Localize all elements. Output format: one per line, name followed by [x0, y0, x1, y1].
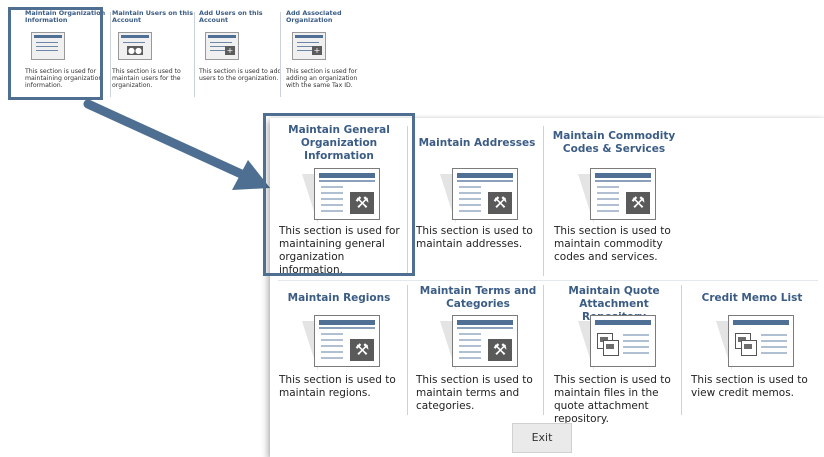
users-icon: ●●: [118, 32, 152, 60]
small-tile-description: This section is used to maintain users f…: [112, 68, 181, 90]
tile-description: This section is used to maintain terms a…: [416, 374, 533, 412]
tile-description: This section is used to maintain address…: [416, 225, 533, 250]
documents-icon: [716, 315, 806, 371]
small-tile-description: This section is used to add users to the…: [199, 68, 282, 83]
tools-icon: ⚒: [440, 315, 530, 371]
tile-description: This section is used to maintain commodi…: [554, 225, 671, 263]
tile-description: This section is used to view credit memo…: [691, 374, 808, 399]
tile-description: This section is used to maintain files i…: [554, 374, 671, 425]
tile-maintain-quote-attachment-repository[interactable]: Maintain Quote Attachment Repository Thi…: [548, 285, 678, 425]
small-tile-description: This section is used for adding an organ…: [286, 68, 358, 90]
documents-icon: [578, 315, 668, 371]
tools-icon: ⚒: [578, 168, 668, 224]
selected-tile-highlight: [263, 113, 415, 276]
tile-title: Maintain Commodity Codes & Services: [552, 130, 676, 155]
tile-title: Credit Memo List: [701, 292, 803, 304]
tile-maintain-addresses[interactable]: Maintain Addresses ⚒ This section is use…: [412, 124, 542, 274]
small-tile-add-users[interactable]: Add Users on this Account + This section…: [199, 9, 283, 100]
tile-maintain-regions[interactable]: Maintain Regions ⚒ This section is used …: [274, 285, 404, 415]
tile-credit-memo-list[interactable]: Credit Memo List This section is used to…: [686, 285, 816, 415]
tile-title: Maintain Regions: [287, 292, 391, 304]
small-tile-strip: Maintain Organization Information This s…: [0, 0, 385, 106]
tile-title: Maintain Addresses: [418, 137, 536, 149]
small-tile-title: Add Users on this Account: [199, 9, 263, 25]
tile-description: This section is used to maintain regions…: [279, 374, 396, 399]
small-tile-title: Add Associated Organization: [286, 9, 342, 25]
tile-maintain-commodity-codes[interactable]: Maintain Commodity Codes & Services ⚒ Th…: [548, 124, 678, 274]
small-tile-title: Maintain Users on this Account: [112, 9, 194, 25]
add-icon: +: [205, 32, 239, 60]
tools-icon: ⚒: [440, 168, 530, 224]
small-tile-maintain-users[interactable]: Maintain Users on this Account ●● This s…: [112, 9, 196, 100]
tile-maintain-terms-and-categories[interactable]: Maintain Terms and Categories ⚒ This sec…: [412, 285, 542, 415]
tools-icon: ⚒: [302, 315, 392, 371]
tile-title: Maintain Terms and Categories: [419, 285, 537, 310]
small-highlight-box: [8, 7, 103, 100]
add-icon: +: [292, 32, 326, 60]
exit-button[interactable]: Exit: [512, 423, 572, 453]
small-tile-add-associated-organization[interactable]: Add Associated Organization + This secti…: [286, 9, 370, 100]
